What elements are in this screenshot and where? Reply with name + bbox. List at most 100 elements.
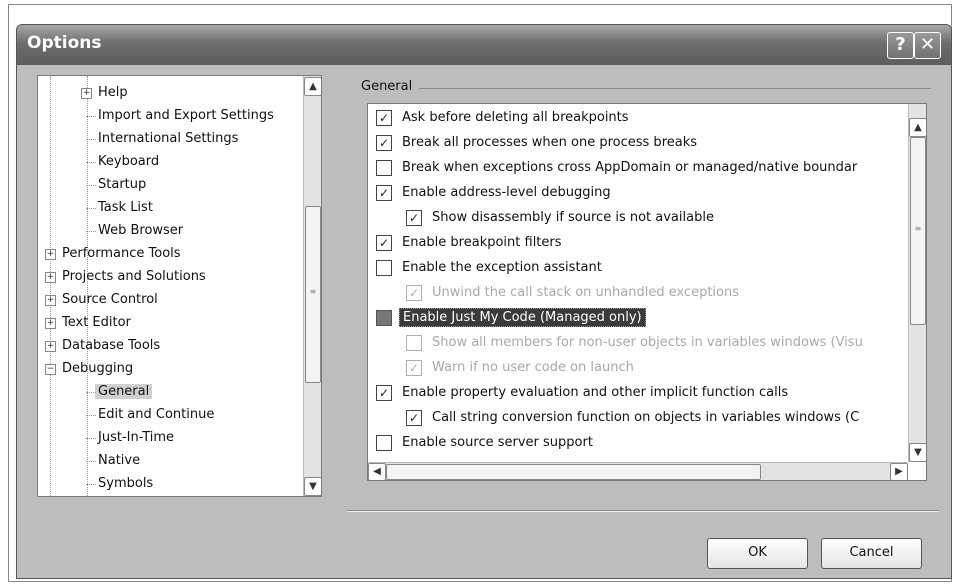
tree-item-label: Debugging bbox=[62, 361, 134, 376]
button-separator bbox=[347, 510, 939, 512]
ok-button[interactable]: OK bbox=[707, 538, 808, 569]
tree-item[interactable]: Just-In-Time bbox=[86, 427, 175, 449]
tree-item[interactable]: + Performance Tools bbox=[45, 243, 181, 265]
option-checkbox: ✓ bbox=[406, 360, 422, 376]
option-checkbox[interactable]: ✓ bbox=[376, 110, 392, 126]
tree-connector bbox=[86, 415, 96, 416]
tree-connector bbox=[86, 392, 96, 393]
horizontal-scroll-thumb[interactable] bbox=[386, 464, 761, 480]
option-checkbox[interactable] bbox=[376, 160, 392, 176]
option-row[interactable]: ✓ Break all processes when one process br… bbox=[376, 132, 697, 154]
option-label: Show disassembly if source is not availa… bbox=[432, 210, 714, 225]
tree-item-label: Keyboard bbox=[98, 154, 160, 169]
scroll-up-icon[interactable]: ▲ bbox=[909, 118, 926, 137]
option-checkbox[interactable] bbox=[376, 310, 392, 326]
tree-item[interactable]: Native bbox=[86, 450, 140, 472]
tree-item-label: Edit and Continue bbox=[98, 407, 215, 422]
option-checkbox[interactable]: ✓ bbox=[376, 235, 392, 251]
option-row[interactable]: Break when exceptions cross AppDomain or… bbox=[376, 157, 857, 179]
option-row[interactable]: ✓ Enable property evaluation and other im… bbox=[376, 382, 789, 404]
tree-item-label: International Settings bbox=[98, 131, 239, 146]
close-icon[interactable]: ✕ bbox=[914, 32, 941, 59]
tree-item[interactable]: − Debugging bbox=[45, 358, 134, 380]
option-row: ✓ Warn if no user code on launch bbox=[406, 357, 634, 379]
tree-item-label: Database Tools bbox=[62, 338, 161, 353]
option-row[interactable]: ✓ Enable address-level debugging bbox=[376, 182, 611, 204]
option-row[interactable]: Enable the exception assistant bbox=[376, 257, 602, 279]
option-checkbox[interactable]: ✓ bbox=[406, 410, 422, 426]
expand-icon[interactable]: + bbox=[45, 295, 56, 306]
expand-icon[interactable]: + bbox=[45, 341, 56, 352]
option-checkbox[interactable]: ✓ bbox=[406, 210, 422, 226]
tree-item[interactable]: Web Browser bbox=[86, 220, 183, 242]
options-tree[interactable]: ▲ ≡ ▼ + Help Import and Export Settings Int… bbox=[37, 75, 322, 497]
scroll-left-icon[interactable]: ◀ bbox=[368, 463, 386, 480]
option-label: Show all members for non-user objects in… bbox=[432, 335, 863, 350]
option-row[interactable]: ✓ Show disassembly if source is not avail… bbox=[406, 207, 714, 229]
group-divider bbox=[419, 88, 931, 89]
tree-vertical-scrollbar[interactable]: ▲ ≡ ▼ bbox=[303, 76, 321, 496]
option-label: Call string conversion function on objec… bbox=[432, 410, 860, 425]
option-checkbox[interactable]: ✓ bbox=[376, 135, 392, 151]
option-label: Unwind the call stack on unhandled excep… bbox=[432, 285, 740, 300]
group-title: General bbox=[361, 79, 413, 94]
tree-connector bbox=[86, 438, 96, 439]
scroll-up-icon[interactable]: ▲ bbox=[304, 77, 321, 96]
tree-item[interactable]: Startup bbox=[86, 174, 147, 196]
tree-item[interactable]: + Help bbox=[81, 82, 128, 104]
tree-item[interactable]: + Text Editor bbox=[45, 312, 131, 334]
list-horizontal-scrollbar[interactable]: ◀ ▶ bbox=[368, 462, 908, 480]
tree-connector bbox=[86, 162, 96, 163]
tree-item[interactable]: Keyboard bbox=[86, 151, 160, 173]
tree-connector bbox=[86, 139, 96, 140]
tree-item[interactable]: Edit and Continue bbox=[86, 404, 215, 426]
tree-connector bbox=[86, 484, 96, 485]
option-checkbox bbox=[406, 335, 422, 351]
help-icon[interactable]: ? bbox=[887, 32, 914, 59]
tree-item[interactable]: + Database Tools bbox=[45, 335, 161, 357]
option-label: Enable address-level debugging bbox=[402, 185, 611, 200]
tree-item[interactable]: International Settings bbox=[86, 128, 239, 150]
option-checkbox[interactable]: ✓ bbox=[376, 185, 392, 201]
title-bar[interactable]: Options ? ✕ bbox=[17, 25, 951, 65]
option-row: Show all members for non-user objects in… bbox=[406, 332, 863, 354]
expand-icon[interactable]: + bbox=[45, 318, 56, 329]
tree-item-label: Startup bbox=[98, 177, 147, 192]
option-row[interactable]: ✓ Enable breakpoint filters bbox=[376, 232, 562, 254]
option-row[interactable]: ✓ Call string conversion function on obje… bbox=[406, 407, 860, 429]
option-row[interactable]: Enable Just My Code (Managed only) bbox=[376, 307, 646, 329]
tree-item[interactable]: Task List bbox=[86, 197, 153, 219]
option-label: Enable source server support bbox=[402, 435, 593, 450]
option-checkbox: ✓ bbox=[406, 285, 422, 301]
expand-icon[interactable]: + bbox=[45, 249, 56, 260]
option-checkbox[interactable]: ✓ bbox=[376, 385, 392, 401]
tree-item[interactable]: + Source Control bbox=[45, 289, 158, 311]
option-row[interactable]: Enable source server support bbox=[376, 432, 593, 454]
scroll-thumb[interactable]: ≡ bbox=[910, 137, 926, 325]
options-dialog: Options ? ✕ ▲ ≡ ▼ + Help Import and Export… bbox=[16, 24, 952, 579]
list-vertical-scrollbar[interactable]: ▲ ≡ ▼ bbox=[908, 104, 926, 462]
tree-item[interactable]: Symbols bbox=[86, 473, 153, 495]
expand-icon[interactable]: + bbox=[81, 88, 92, 99]
tree-item-label: Performance Tools bbox=[62, 246, 181, 261]
tree-item[interactable]: + Projects and Solutions bbox=[45, 266, 206, 288]
tree-item-label: Projects and Solutions bbox=[62, 269, 206, 284]
general-options-list[interactable]: Enable source server support ✓ Call string… bbox=[367, 103, 927, 481]
collapse-icon[interactable]: − bbox=[45, 364, 56, 375]
option-checkbox[interactable] bbox=[376, 435, 392, 451]
tree-item-label: General bbox=[95, 384, 153, 399]
scroll-down-icon[interactable]: ▼ bbox=[909, 443, 926, 462]
option-checkbox[interactable] bbox=[376, 260, 392, 276]
tree-item-label: Just-In-Time bbox=[98, 430, 175, 445]
expand-icon[interactable]: + bbox=[45, 272, 56, 283]
scroll-down-icon[interactable]: ▼ bbox=[304, 477, 321, 496]
tree-item[interactable]: Import and Export Settings bbox=[86, 105, 274, 127]
option-row[interactable]: ✓ Ask before deleting all breakpoints bbox=[376, 107, 629, 129]
option-row: ✓ Unwind the call stack on unhandled exce… bbox=[406, 282, 740, 304]
option-label: Enable the exception assistant bbox=[402, 260, 602, 275]
option-label: Enable property evaluation and other imp… bbox=[402, 385, 789, 400]
scroll-right-icon[interactable]: ▶ bbox=[890, 463, 908, 480]
scroll-thumb[interactable]: ≡ bbox=[305, 206, 321, 383]
tree-item[interactable]: General bbox=[86, 381, 153, 403]
cancel-button[interactable]: Cancel bbox=[821, 538, 922, 569]
